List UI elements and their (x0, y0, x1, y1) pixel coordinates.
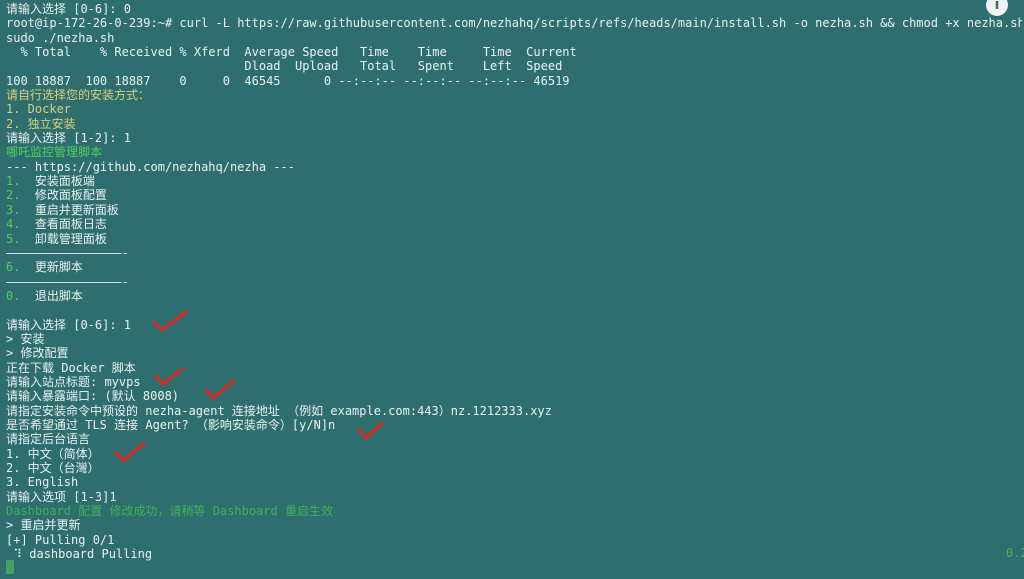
terminal-line: % Total % Received % Xferd Average Speed… (6, 45, 577, 60)
terminal-line: Dload Upload Total Spent Left Speed (6, 59, 563, 74)
checkmark-annotation-icon (204, 379, 236, 400)
checkmark-annotation-icon (154, 367, 184, 386)
menu-number: 4. (6, 217, 21, 232)
terminal-line: [+] Pulling 0/1 (6, 532, 115, 547)
terminal-line: Dashboard 配置 修改成功，请稍等 Dashboard 重启生效 (6, 504, 333, 519)
terminal-line: 6. 更新脚本 (6, 260, 1022, 274)
terminal-line: ————————————————- (6, 245, 129, 260)
status-fragment: 0.2 (1006, 546, 1024, 560)
terminal-line: ⠹ dashboard Pulling (6, 547, 153, 562)
terminal-line: 4. 查看面板日志 (6, 217, 1022, 231)
terminal-output[interactable]: 请输入选择 [0-6]: 0 root@ip-172-26-0-239:~# cu… (6, 2, 1022, 561)
terminal-line: 1. 中文（简体） (6, 446, 100, 461)
terminal-line: > 修改配置 (6, 346, 69, 361)
checkmark-annotation-icon (358, 421, 384, 440)
terminal-line: 哪吒监控管理脚本 (6, 145, 103, 160)
checkmark-annotation-icon (152, 310, 188, 332)
menu-label: 安装面板端 (20, 174, 95, 189)
terminal-line: 请自行选择您的安装方式： (6, 88, 151, 103)
terminal-line: --- https://github.com/nezhahq/nezha --- (6, 159, 295, 174)
menu-label: 重启并更新面板 (20, 202, 119, 217)
terminal-line: sudo ./nezha.sh (6, 30, 115, 45)
terminal-line: 请输入暴露端口: (默认 8008) (6, 389, 180, 404)
terminal-line: root@ip-172-26-0-239:~# curl -L https://… (6, 16, 1022, 31)
terminal-line: 请输入选择 [1-2]: 1 (6, 131, 132, 146)
terminal-line: ————————————————- (6, 274, 129, 289)
menu-number: 6. (6, 260, 21, 275)
menu-label: 更新脚本 (20, 260, 83, 275)
terminal-cursor (6, 560, 14, 574)
menu-label: 查看面板日志 (20, 217, 107, 232)
terminal-line: 3. 重启并更新面板 (6, 203, 1022, 217)
menu-label: 退出脚本 (20, 288, 83, 303)
terminal-line: 是否希望通过 TLS 连接 Agent? （影响安装命令）[y/N]n (6, 417, 336, 432)
terminal-line: 0. 退出脚本 (6, 289, 1022, 303)
terminal-line: > 重启并更新 (6, 518, 81, 533)
terminal-line: 100 18887 100 18887 0 0 46545 0 --:--:--… (6, 73, 570, 88)
terminal-line: 请输入选择 [0-6]: 0 (6, 2, 132, 16)
terminal-line: 1. Docker (6, 102, 72, 117)
terminal-line: 2. 修改面板配置 (6, 188, 1022, 202)
menu-number: 1. (6, 174, 21, 189)
checkmark-annotation-icon (114, 441, 146, 463)
terminal-line: 2. 中文（台灣） (6, 461, 100, 475)
menu-number: 2. (6, 188, 21, 203)
menu-label: 修改面板配置 (20, 188, 107, 203)
terminal-line: 5. 卸载管理面板 (6, 232, 1022, 246)
terminal-line: 请输入选项 [1-3]1 (6, 489, 117, 504)
terminal-line: 请指定后台语言 (6, 432, 91, 447)
menu-number: 0. (6, 288, 21, 303)
menu-number: 5. (6, 231, 21, 246)
terminal-line: 3. English (6, 475, 79, 490)
terminal-line: 请指定安装命令中预设的 nezha-agent 连接地址 （例如 example… (6, 403, 552, 418)
menu-number: 3. (6, 202, 21, 217)
menu-label: 卸载管理面板 (20, 231, 107, 246)
terminal-line: 1. 安装面板端 (6, 174, 1022, 188)
terminal-line: 2. 独立安装 (6, 116, 76, 131)
